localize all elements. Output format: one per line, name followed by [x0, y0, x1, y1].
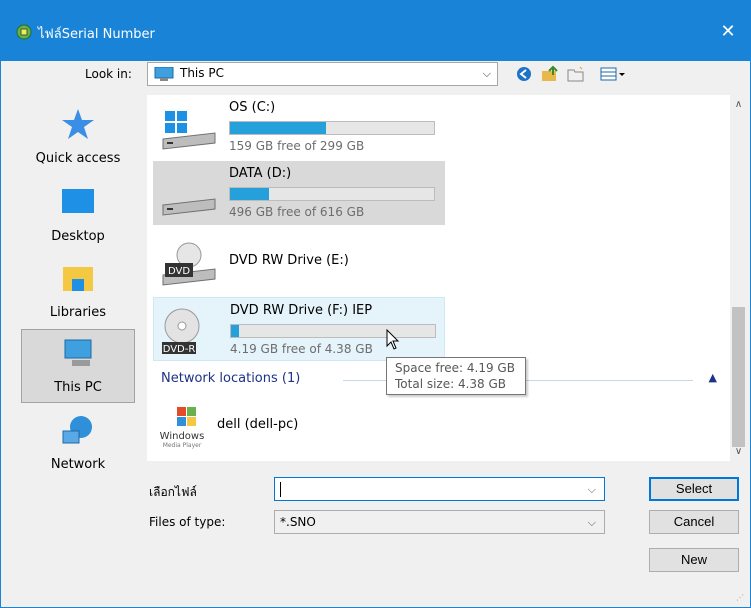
drive-icon [162, 198, 216, 216]
scroll-down-icon[interactable]: ∨ [733, 446, 744, 457]
view-menu-button[interactable] [599, 64, 627, 84]
windows-drive-icon [162, 111, 216, 150]
place-label: Libraries [49, 305, 107, 320]
dvd-disc-icon: DVD-R [162, 308, 200, 354]
libraries-icon [63, 267, 93, 291]
network-icon [62, 416, 92, 444]
place-desktop[interactable]: Desktop [21, 179, 135, 253]
drive-free-space: 4.19 GB free of 4.38 GB [230, 342, 373, 356]
star-icon [62, 109, 94, 139]
tooltip-line: Space free: 4.19 GB [395, 361, 515, 375]
drive-name: DATA (D:) [229, 166, 292, 181]
tooltip-line: Total size: 4.38 GB [395, 377, 507, 391]
drive-item[interactable]: OS (C:) 159 GB free of 299 GB [153, 95, 445, 159]
drive-usage-fill [230, 122, 326, 134]
file-type-select[interactable]: *.SNO ⌵ [274, 510, 605, 534]
drive-usage-bar [229, 121, 435, 135]
look-in-label: Look in: [85, 67, 132, 81]
file-name-label: เลือกไฟล์ [149, 485, 197, 499]
up-folder-button[interactable] [539, 64, 561, 84]
chevron-down-icon: ⌵ [587, 516, 596, 529]
close-button[interactable]: ✕ [706, 13, 750, 49]
computer-icon [64, 339, 92, 366]
back-arrow-icon [517, 67, 531, 81]
media-player-text-2: Media Player [163, 442, 202, 449]
places-bar: Quick access Desktop Libraries This PC N… [9, 95, 144, 495]
file-type-label: Files of type: [149, 515, 226, 529]
drive-name: DVD RW Drive (E:) [229, 253, 349, 268]
vertical-scrollbar[interactable]: ∧ ∨ [730, 95, 747, 461]
dvd-r-badge: DVD-R [163, 344, 196, 354]
chevron-down-icon: ⌵ [482, 67, 491, 80]
look-in-value: This PC [180, 66, 224, 80]
place-label: Quick access [35, 151, 121, 166]
file-name-input[interactable]: ⌵ [274, 477, 605, 501]
place-quick-access[interactable]: Quick access [21, 101, 135, 175]
place-network[interactable]: Network [21, 407, 135, 481]
chevron-up-icon[interactable]: ▲ [709, 371, 717, 384]
new-folder-icon [567, 66, 584, 82]
file-list[interactable]: OS (C:) 159 GB free of 299 GB DATA (D:) … [147, 95, 747, 461]
desktop-icon [62, 189, 94, 213]
place-label: Network [50, 457, 106, 472]
drive-usage-fill [230, 188, 269, 200]
network-item[interactable]: Windows Media Player dell (dell-pc) [159, 399, 399, 455]
drive-item[interactable]: DATA (D:) 496 GB free of 616 GB [153, 161, 445, 225]
resize-grip-icon[interactable]: ⋰ [736, 593, 746, 603]
look-in-dropdown[interactable]: This PC ⌵ [147, 62, 498, 86]
group-label: Network locations (1) [161, 371, 301, 386]
text-caret [280, 482, 281, 497]
select-button[interactable]: Select [649, 477, 739, 501]
chevron-down-icon[interactable]: ⌵ [588, 483, 596, 497]
window-title: ไฟล์Serial Number [38, 27, 155, 42]
mouse-cursor-icon [386, 329, 400, 350]
media-player-text-1: Windows [160, 431, 205, 442]
drive-tooltip: Space free: 4.19 GB Total size: 4.38 GB [386, 357, 526, 395]
view-menu-icon [600, 67, 625, 81]
place-libraries[interactable]: Libraries [21, 255, 135, 329]
drive-name: OS (C:) [229, 100, 276, 115]
drive-usage-fill [231, 325, 240, 337]
file-type-value: *.SNO [280, 515, 316, 529]
dvd-badge: DVD [168, 266, 190, 277]
drive-usage-bar [229, 187, 435, 201]
drive-free-space: 159 GB free of 299 GB [229, 139, 365, 153]
up-folder-icon [542, 65, 558, 81]
dvd-drive-icon: DVD [162, 242, 216, 286]
place-this-pc[interactable]: This PC [21, 329, 135, 403]
scroll-up-icon[interactable]: ∧ [733, 99, 744, 110]
drive-free-space: 496 GB free of 616 GB [229, 205, 365, 219]
computer-icon [154, 67, 174, 81]
file-dialog: ไฟล์Serial Number ✕ Look in: This PC ⌵ Q… [0, 0, 751, 608]
drive-usage-bar [230, 324, 436, 338]
new-button[interactable]: New [649, 548, 739, 572]
place-label: This PC [54, 380, 102, 395]
media-player-icon: Windows Media Player [160, 407, 205, 449]
app-icon [16, 24, 32, 40]
drive-name: DVD RW Drive (F:) IEP [230, 303, 373, 318]
drive-item[interactable]: DVD DVD RW Drive (E:) [153, 231, 445, 295]
cancel-button[interactable]: Cancel [649, 510, 739, 534]
place-label: Desktop [51, 229, 105, 244]
scroll-thumb[interactable] [732, 307, 745, 447]
new-folder-button[interactable] [565, 64, 587, 84]
network-item-name: dell (dell-pc) [217, 417, 299, 432]
back-button[interactable] [513, 64, 535, 84]
title-bar: ไฟล์Serial Number ✕ [1, 1, 750, 61]
